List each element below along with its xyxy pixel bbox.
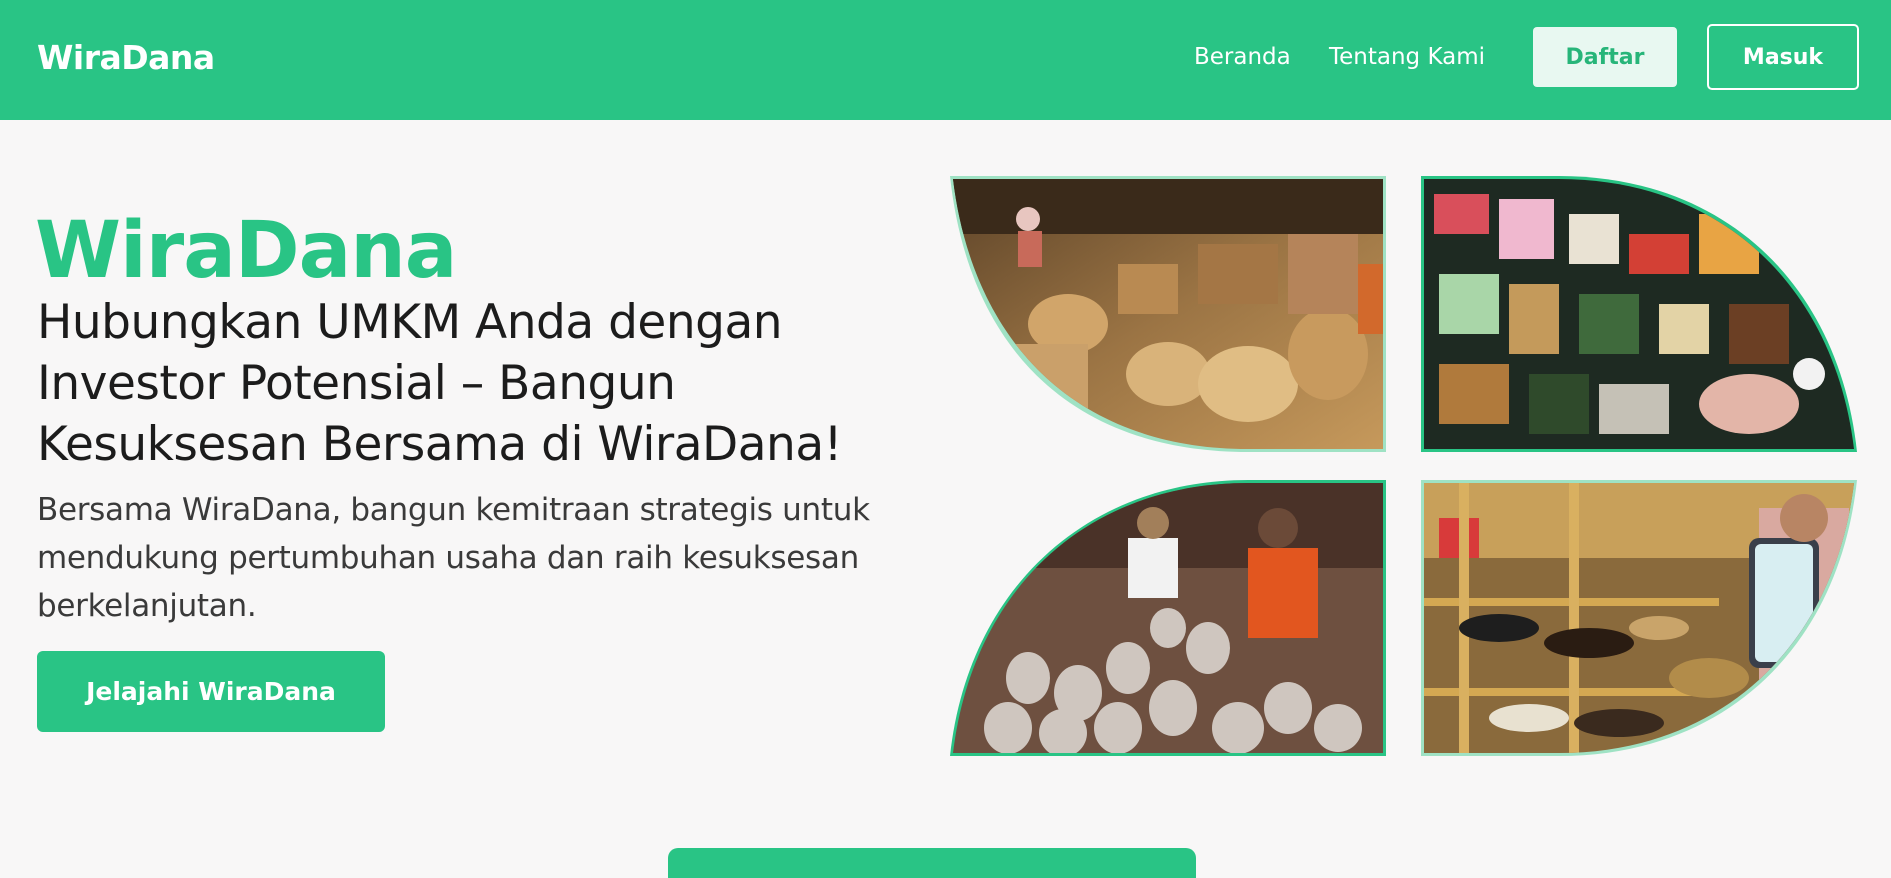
brand-logo[interactable]: WiraDana <box>37 38 215 77</box>
nav-link-tentang-kami[interactable]: Tentang Kami <box>1329 44 1485 70</box>
register-button[interactable]: Daftar <box>1533 27 1677 87</box>
gallery-image-baskets <box>948 174 1388 454</box>
bottom-card <box>668 848 1196 878</box>
explore-button[interactable]: Jelajahi WiraDana <box>37 651 385 732</box>
gallery-image-pottery <box>948 478 1388 758</box>
hero-title: WiraDana <box>35 206 457 296</box>
hero-description: Bersama WiraDana, bangun kemitraan strat… <box>37 492 870 624</box>
gallery-image-shoes <box>1419 478 1859 758</box>
hero-heading: Hubungkan UMKM Anda dengan Investor Pote… <box>37 295 842 472</box>
navbar: WiraDana Beranda Tentang Kami Daftar Mas… <box>0 0 1891 120</box>
login-button[interactable]: Masuk <box>1707 24 1859 90</box>
nav-link-beranda[interactable]: Beranda <box>1194 44 1291 70</box>
gallery-image-snacks <box>1419 174 1859 454</box>
